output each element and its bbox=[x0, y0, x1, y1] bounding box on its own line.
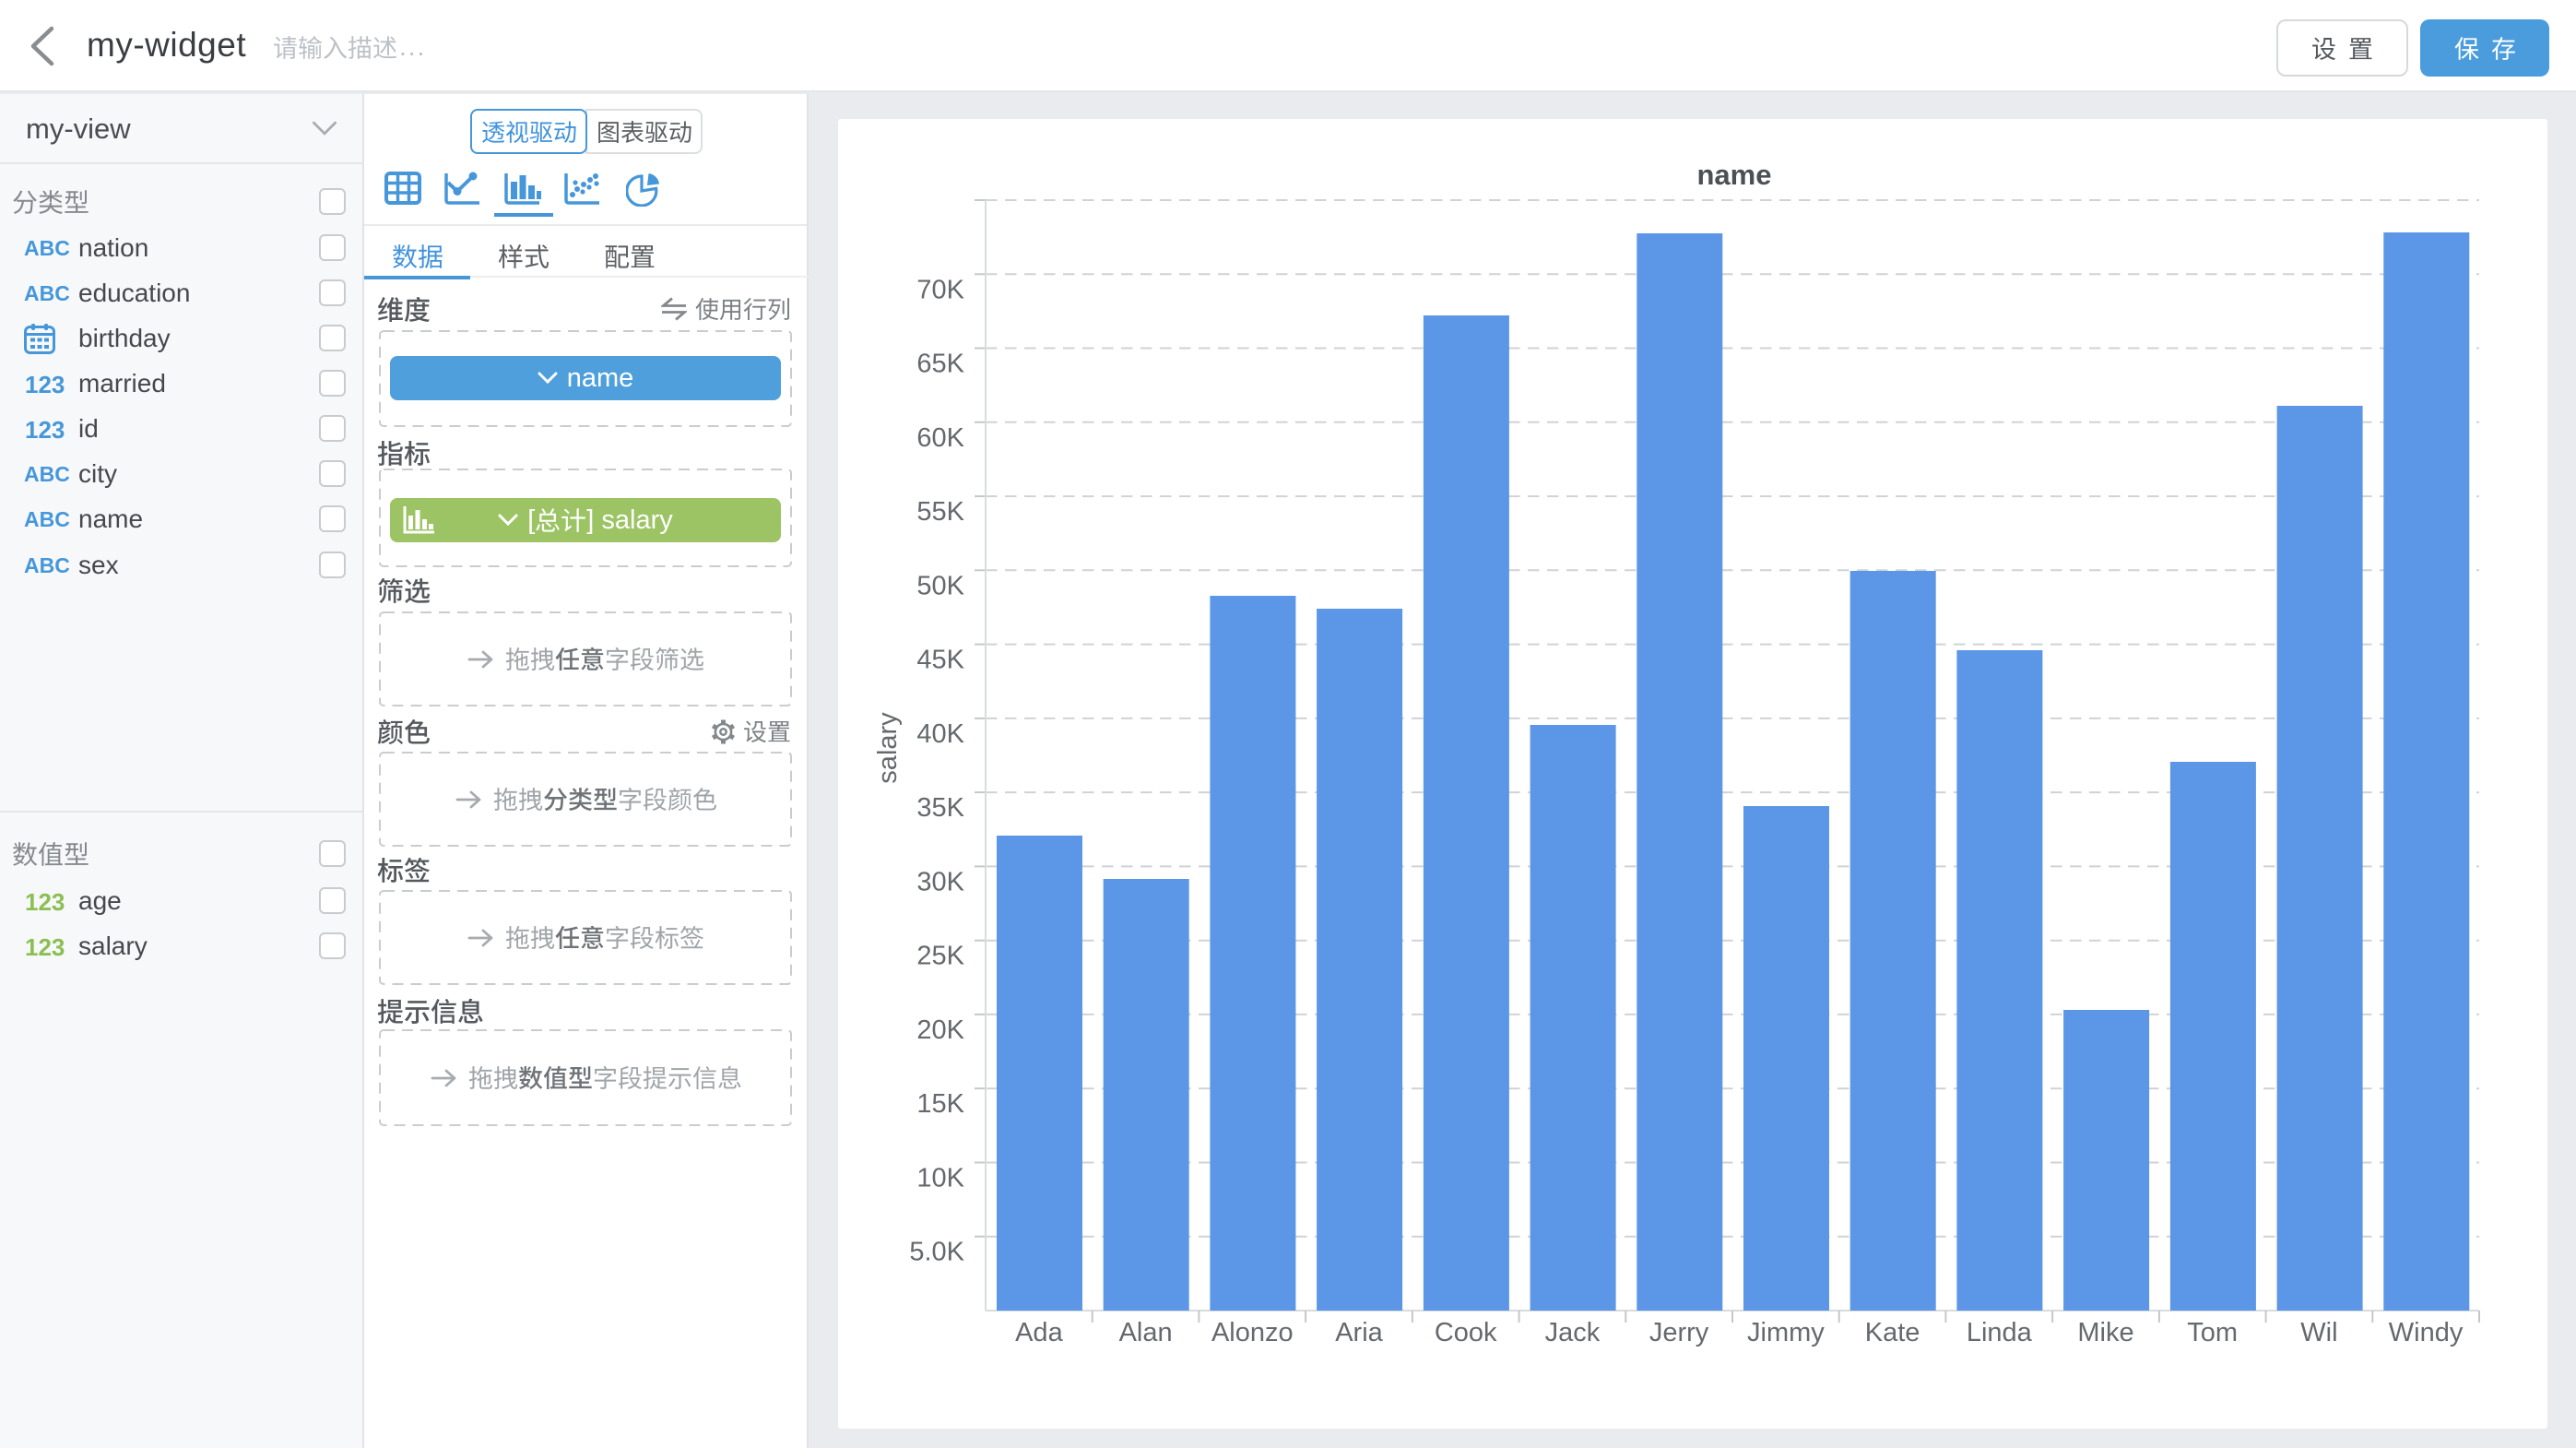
svg-text:Jimmy: Jimmy bbox=[1747, 1318, 1825, 1347]
svg-text:15K: 15K bbox=[916, 1089, 964, 1119]
svg-text:Linda: Linda bbox=[1967, 1318, 2033, 1347]
svg-text:Kate: Kate bbox=[1865, 1318, 1920, 1347]
svg-text:Tom: Tom bbox=[2187, 1318, 2238, 1347]
svg-text:30K: 30K bbox=[916, 867, 964, 896]
svg-text:50K: 50K bbox=[916, 571, 964, 600]
svg-text:40K: 40K bbox=[916, 719, 964, 749]
svg-text:Alonzo: Alonzo bbox=[1211, 1318, 1294, 1347]
svg-text:45K: 45K bbox=[916, 646, 964, 675]
svg-text:Alan: Alan bbox=[1119, 1318, 1173, 1347]
svg-text:70K: 70K bbox=[916, 275, 964, 304]
svg-text:Jack: Jack bbox=[1545, 1318, 1601, 1347]
svg-text:Ada: Ada bbox=[1015, 1318, 1063, 1347]
svg-text:Wil: Wil bbox=[2300, 1318, 2337, 1347]
svg-text:Aria: Aria bbox=[1335, 1318, 1383, 1347]
svg-text:salary: salary bbox=[873, 712, 903, 784]
svg-text:name: name bbox=[1697, 159, 1772, 191]
svg-text:Mike: Mike bbox=[2077, 1318, 2133, 1347]
svg-text:60K: 60K bbox=[916, 423, 964, 453]
svg-text:Cook: Cook bbox=[1435, 1318, 1497, 1347]
svg-text:35K: 35K bbox=[916, 793, 964, 823]
svg-text:25K: 25K bbox=[916, 942, 964, 971]
svg-text:5.0K: 5.0K bbox=[909, 1238, 964, 1267]
svg-text:Windy: Windy bbox=[2389, 1318, 2464, 1347]
svg-text:Jerry: Jerry bbox=[1649, 1318, 1709, 1347]
svg-text:55K: 55K bbox=[916, 497, 964, 527]
svg-text:65K: 65K bbox=[916, 350, 964, 379]
svg-text:10K: 10K bbox=[916, 1164, 964, 1193]
svg-text:20K: 20K bbox=[916, 1015, 964, 1045]
